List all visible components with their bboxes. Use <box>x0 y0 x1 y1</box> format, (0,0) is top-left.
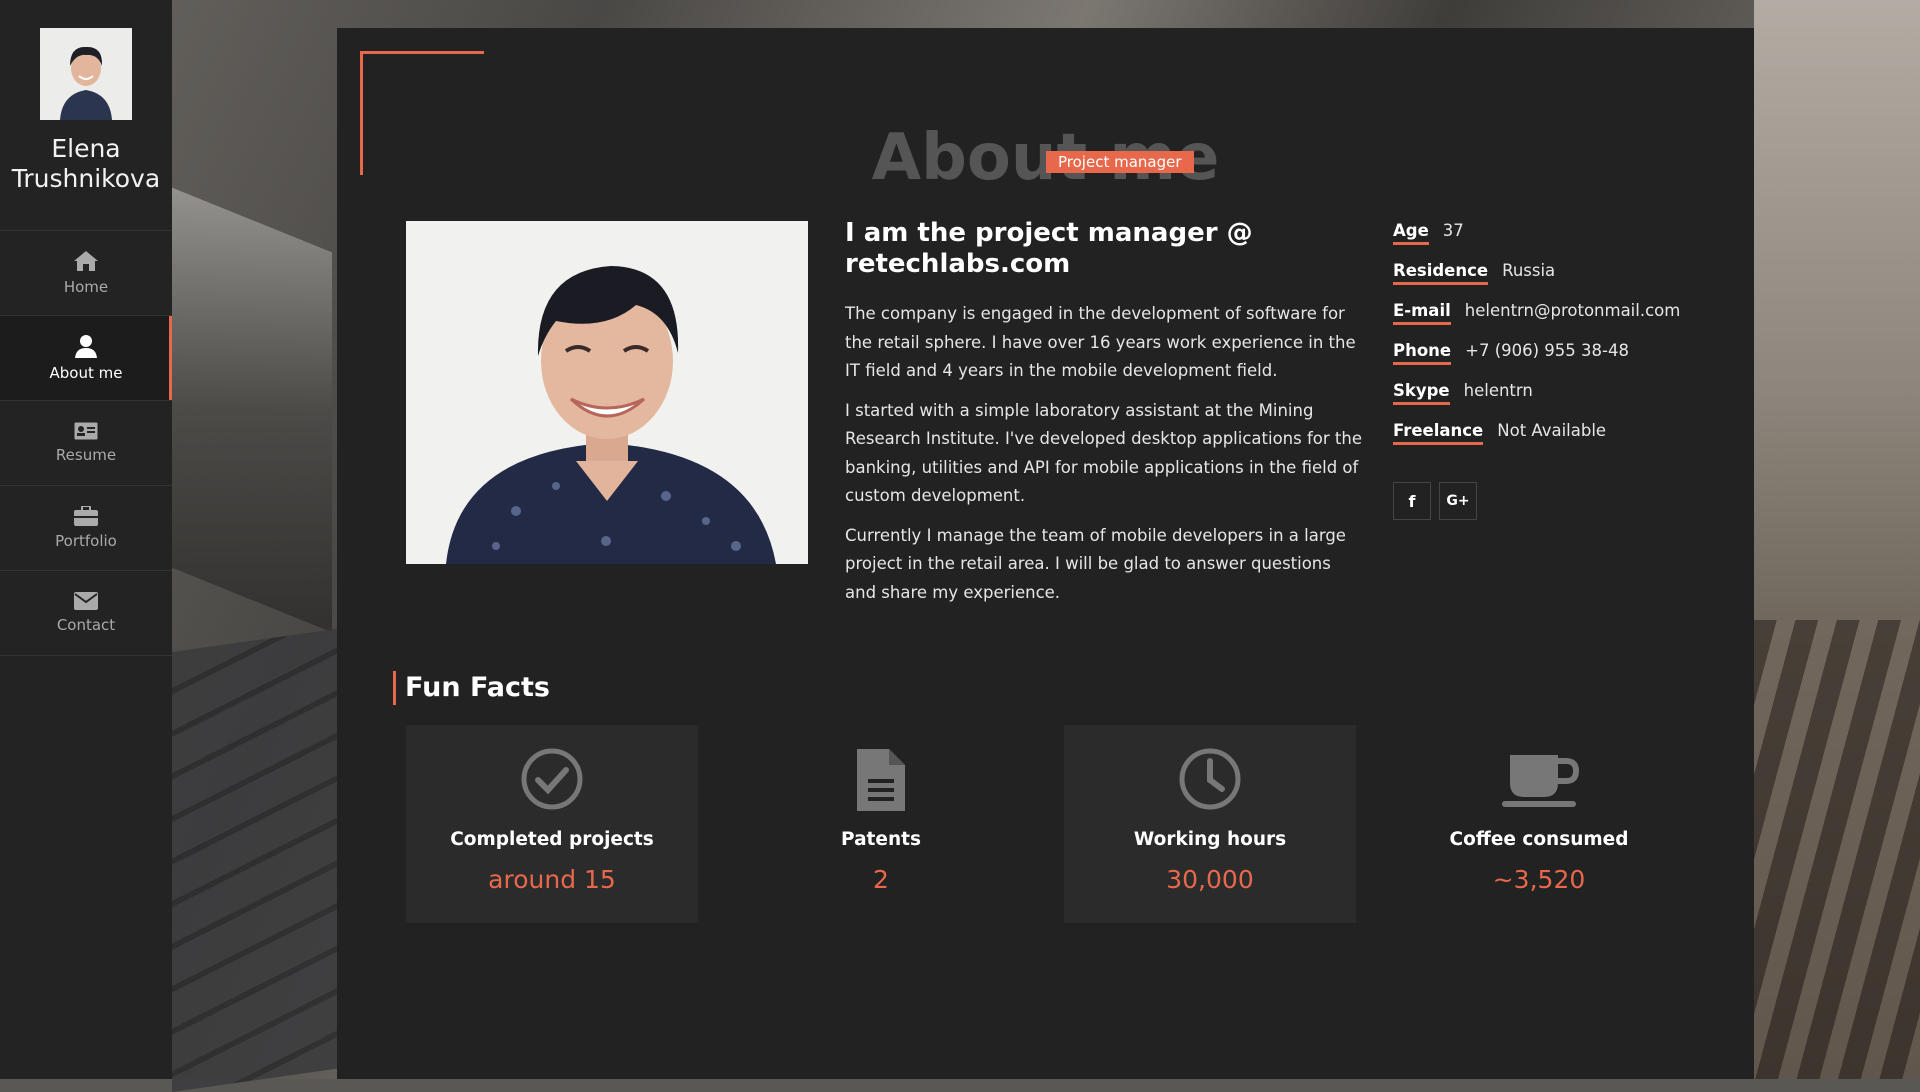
info-row-phone: Phone +7 (906) 955 38-48 <box>1393 341 1713 381</box>
google-plus-icon: G+ <box>1446 493 1470 509</box>
facebook-icon: f <box>1408 491 1416 511</box>
info-row-age: Age 37 <box>1393 221 1713 261</box>
profile-photo <box>406 221 808 564</box>
coffee-cup-icon <box>1502 755 1580 807</box>
info-value: Not Available <box>1497 421 1607 440</box>
background-table-grain <box>1754 620 1920 1079</box>
fact-working-hours: Working hours 30,000 <box>1064 725 1356 923</box>
info-row-email: E-mail helentrn@protonmail.com <box>1393 301 1713 341</box>
info-row-residence: Residence Russia <box>1393 261 1713 301</box>
main-nav: Home About me Resume Portfolio Contact <box>0 230 172 656</box>
fun-facts: Completed projects around 15 Patents 2 W… <box>406 725 1698 923</box>
info-value: +7 (906) 955 38-48 <box>1465 341 1629 360</box>
briefcase-icon <box>74 506 98 526</box>
background-laptop <box>172 187 332 633</box>
info-label: Age <box>1393 221 1429 245</box>
info-value: Russia <box>1502 261 1556 280</box>
nav-item-label: Home <box>63 278 109 296</box>
bio-paragraph: The company is engaged in the developmen… <box>845 304 1356 380</box>
info-label: Skype <box>1393 381 1450 405</box>
bio-paragraph: Currently I manage the team of mobile de… <box>845 525 1346 602</box>
info-label: Freelance <box>1393 421 1484 445</box>
fun-facts-title: Fun Facts <box>393 671 550 705</box>
fact-value: 2 <box>873 865 889 894</box>
envelope-icon <box>74 592 98 610</box>
fact-patents: Patents 2 <box>735 725 1027 923</box>
nav-item-label: About me <box>49 364 123 382</box>
home-icon <box>74 251 98 271</box>
nav-item-home[interactable]: Home <box>0 231 172 316</box>
check-circle-icon <box>521 748 583 810</box>
nav-item-resume[interactable]: Resume <box>0 401 172 486</box>
avatar <box>40 28 132 120</box>
fact-title: Patents <box>841 829 921 850</box>
info-label: Phone <box>1393 341 1452 365</box>
nav-item-label: Contact <box>56 616 116 634</box>
fact-title: Completed projects <box>450 829 654 850</box>
info-value: 37 <box>1442 221 1464 240</box>
id-card-icon <box>74 422 98 440</box>
info-value: helentrn <box>1463 381 1533 400</box>
google-plus-button[interactable]: G+ <box>1439 482 1477 520</box>
personal-info: Age 37 Residence Russia E-mail helentrn@… <box>1393 221 1713 461</box>
info-row-skype: Skype helentrn <box>1393 381 1713 421</box>
clock-icon <box>1179 748 1241 810</box>
profile-first-name: Elena <box>51 134 121 163</box>
fact-coffee-consumed: Coffee consumed ~3,520 <box>1393 725 1685 923</box>
background-keyboard <box>172 628 342 1092</box>
fact-title: Working hours <box>1133 829 1287 850</box>
document-icon <box>857 749 905 811</box>
fact-value: around 15 <box>488 865 616 894</box>
info-row-freelance: Freelance Not Available <box>1393 421 1713 461</box>
bio-paragraph: I started with a simple laboratory assis… <box>845 400 1362 506</box>
nav-item-label: Resume <box>55 446 117 464</box>
fact-completed-projects: Completed projects around 15 <box>406 725 698 923</box>
about-card: About me Project manager I am the projec… <box>337 28 1754 1079</box>
bio-section: I am the project manager @ retechlabs.co… <box>845 218 1365 618</box>
facebook-button[interactable]: f <box>1393 482 1431 520</box>
profile-name: Elena Trushnikova <box>0 134 172 194</box>
fact-value: ~3,520 <box>1492 865 1586 894</box>
fact-value: 30,000 <box>1166 865 1254 894</box>
role-badge: Project manager <box>1046 151 1194 173</box>
info-value: helentrn@protonmail.com <box>1464 301 1681 320</box>
fact-title: Coffee consumed <box>1449 829 1629 850</box>
profile-last-name: Trushnikova <box>11 164 161 193</box>
nav-item-label: Portfolio <box>55 532 117 550</box>
user-icon <box>75 335 97 358</box>
sidebar: Elena Trushnikova Home About me Resume P… <box>0 0 172 1079</box>
nav-item-portfolio[interactable]: Portfolio <box>0 486 172 571</box>
social-links: f G+ <box>1393 482 1477 520</box>
info-label: E-mail <box>1393 301 1451 325</box>
nav-item-contact[interactable]: Contact <box>0 571 172 656</box>
info-label: Residence <box>1393 261 1489 285</box>
bio-heading: I am the project manager @ retechlabs.co… <box>845 218 1253 279</box>
nav-item-about-me[interactable]: About me <box>0 316 172 401</box>
